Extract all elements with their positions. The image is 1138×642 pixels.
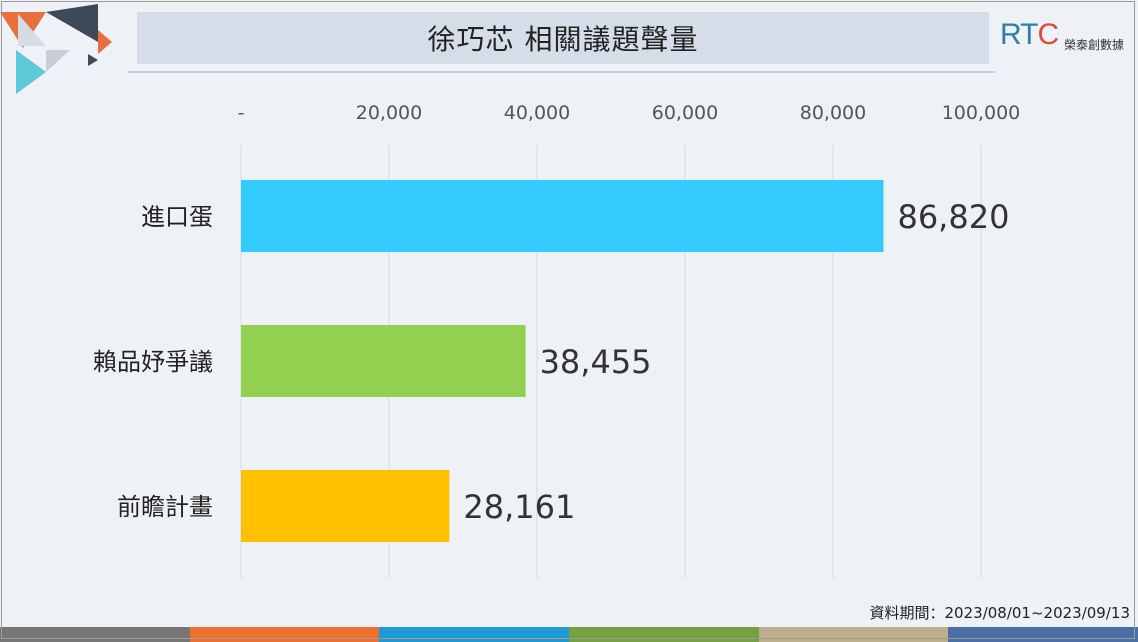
x-tick-label-1: 20,000 — [356, 102, 422, 124]
x-tick-label-5: 100,000 — [942, 102, 1021, 124]
bar-2 — [241, 470, 450, 542]
category-label-0: 進口蛋 — [141, 203, 213, 231]
value-label-1: 38,455 — [540, 343, 652, 381]
stripe-segment-3 — [569, 627, 759, 642]
bar-0 — [241, 180, 884, 252]
bar-chart: - 20,000 40,000 60,000 80,000 100,000 進口蛋 86,82… — [93, 102, 1021, 578]
x-tick-label-4: 80,000 — [800, 102, 866, 124]
category-label-1: 賴品妤爭議 — [93, 348, 213, 376]
x-tick-label-0: - — [238, 102, 245, 124]
x-tick-label-3: 60,000 — [652, 102, 718, 124]
stripe-segment-1 — [189, 627, 380, 642]
value-label-0: 86,820 — [897, 198, 1009, 236]
bar-1 — [241, 325, 526, 397]
stripe-segment-5 — [948, 627, 1138, 642]
stripe-segment-0 — [0, 627, 190, 642]
footer-color-stripe — [0, 627, 1138, 642]
data-period-note: 資料期間：2023/08/01~2023/09/13 — [869, 604, 1130, 622]
x-tick-label-2: 40,000 — [504, 102, 570, 124]
category-label-2: 前瞻計畫 — [117, 493, 213, 521]
stripe-segment-4 — [758, 627, 949, 642]
value-label-2: 28,161 — [463, 488, 575, 526]
stripe-segment-2 — [379, 627, 570, 642]
